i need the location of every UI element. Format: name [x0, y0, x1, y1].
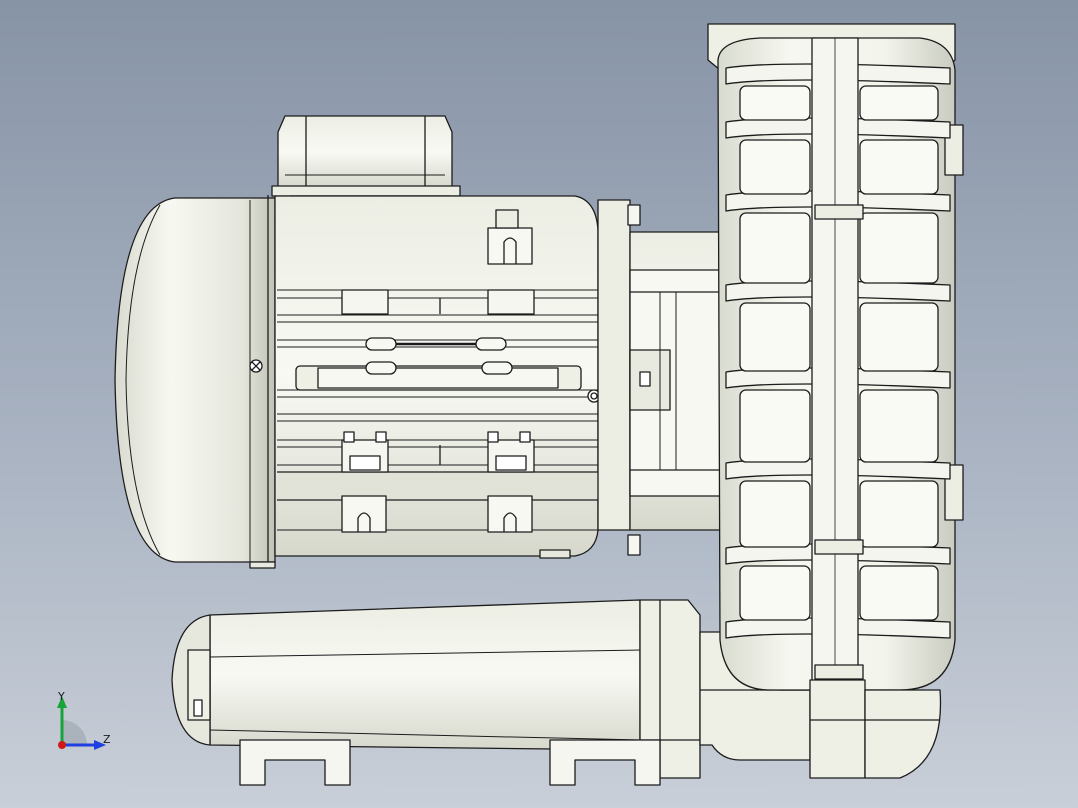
blower-motor-model[interactable]: Y Z	[0, 0, 1078, 808]
motor-body[interactable]	[274, 195, 601, 559]
triad-plane-icon	[62, 720, 87, 745]
cap-screw-icon	[249, 359, 263, 373]
cad-viewport[interactable]: Y Z	[0, 0, 1078, 808]
blower-housing[interactable]	[707, 23, 964, 779]
mounting-foot-bottom-left-icon	[341, 495, 387, 533]
y-axis-label: Y	[57, 690, 65, 703]
motor-flange-adapter[interactable]	[597, 199, 723, 556]
silencer[interactable]	[171, 599, 701, 786]
coordinate-triad-icon: Y Z	[57, 690, 111, 750]
mounting-foot-bottom-right-icon	[487, 495, 533, 533]
motor-end-cap[interactable]	[114, 195, 276, 569]
z-axis-label: Z	[103, 733, 111, 746]
x-axis-dot-icon	[58, 741, 66, 749]
